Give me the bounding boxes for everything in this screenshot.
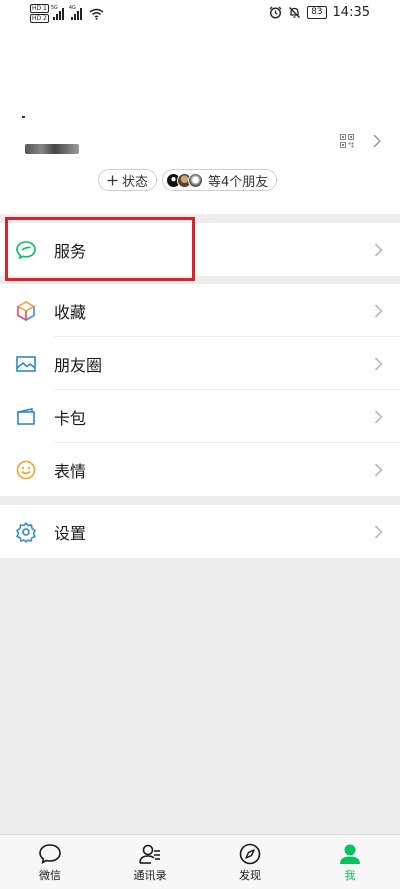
menu-item-moments[interactable]: 朋友圈 <box>0 337 400 390</box>
cube-icon <box>16 300 36 321</box>
profile-header[interactable]: 状态 等4个朋友 <box>0 28 400 214</box>
menu-item-favorites[interactable]: 收藏 <box>0 284 400 337</box>
bottom-tab-bar: 微信 通讯录 发现 我 <box>0 834 400 889</box>
chevron-right-icon[interactable] <box>372 134 382 148</box>
friends-text: 等4个朋友 <box>208 174 269 190</box>
settings-section: 设置 <box>0 505 400 558</box>
compass-icon <box>239 843 261 865</box>
nickname-mark <box>22 116 25 118</box>
tab-contacts-label: 通讯录 <box>133 869 167 882</box>
menu-item-services[interactable]: 服务 <box>0 223 400 276</box>
stickers-label: 表情 <box>54 461 87 481</box>
wallet-icon <box>17 407 35 425</box>
chat-bubble-icon <box>39 844 61 864</box>
tab-me-label: 我 <box>344 869 356 882</box>
plus-icon <box>107 175 118 185</box>
settings-label: 设置 <box>54 523 87 543</box>
signal-icon-2: 4G <box>68 4 82 20</box>
chevron-right-icon <box>374 356 383 371</box>
mute-icon <box>289 7 301 18</box>
cards-label: 卡包 <box>54 408 87 428</box>
qr-code-icon[interactable] <box>340 134 354 148</box>
menu-item-stickers[interactable]: 表情 <box>0 443 400 496</box>
signal-icon: 5G <box>50 4 64 20</box>
tab-discover[interactable]: 发现 <box>200 835 300 889</box>
add-status-button[interactable]: 状态 <box>98 169 158 191</box>
chevron-right-icon <box>374 462 383 477</box>
menu-item-cards[interactable]: 卡包 <box>0 390 400 443</box>
smiley-icon <box>16 460 36 479</box>
friends-status-chip[interactable]: 等4个朋友 <box>162 169 278 191</box>
network2-label: 4G <box>68 4 76 11</box>
moments-label: 朋友圈 <box>54 355 103 375</box>
services-label: 服务 <box>54 241 87 261</box>
tab-discover-label: 发现 <box>239 869 261 882</box>
sim-indicator: HD 1 HD 2 <box>30 4 49 23</box>
tab-chats[interactable]: 微信 <box>0 835 100 889</box>
sim2-label: HD 2 <box>30 14 49 23</box>
alarm-icon <box>269 6 282 19</box>
nickname-redacted <box>25 144 79 154</box>
menu-item-settings[interactable]: 设置 <box>0 505 400 558</box>
tab-contacts[interactable]: 通讯录 <box>100 835 200 889</box>
contacts-icon <box>139 844 160 864</box>
chevron-right-icon <box>374 242 383 257</box>
tab-me[interactable]: 我 <box>300 835 400 889</box>
avatar <box>188 172 203 188</box>
chevron-right-icon <box>374 409 383 424</box>
friend-avatars <box>166 172 203 188</box>
tools-section: 收藏 朋友圈 卡包 表情 <box>0 284 400 496</box>
network1-label: 5G <box>50 4 58 11</box>
services-section: 服务 <box>0 223 400 276</box>
person-icon <box>340 844 360 864</box>
photo-icon <box>16 355 36 372</box>
chevron-right-icon <box>374 524 383 539</box>
battery-indicator: 83 <box>307 6 327 19</box>
status-bar: HD 1 HD 2 5G 4G 83 14:35 <box>0 0 400 28</box>
chevron-right-icon <box>374 303 383 318</box>
services-icon <box>16 240 36 260</box>
favorites-label: 收藏 <box>54 302 87 322</box>
clock: 14:35 <box>332 5 370 20</box>
sim1-label: HD 1 <box>30 4 49 13</box>
status-button-label: 状态 <box>122 174 149 190</box>
wifi-icon <box>89 8 104 20</box>
gear-icon <box>16 521 36 543</box>
tab-chats-label: 微信 <box>39 869 61 882</box>
